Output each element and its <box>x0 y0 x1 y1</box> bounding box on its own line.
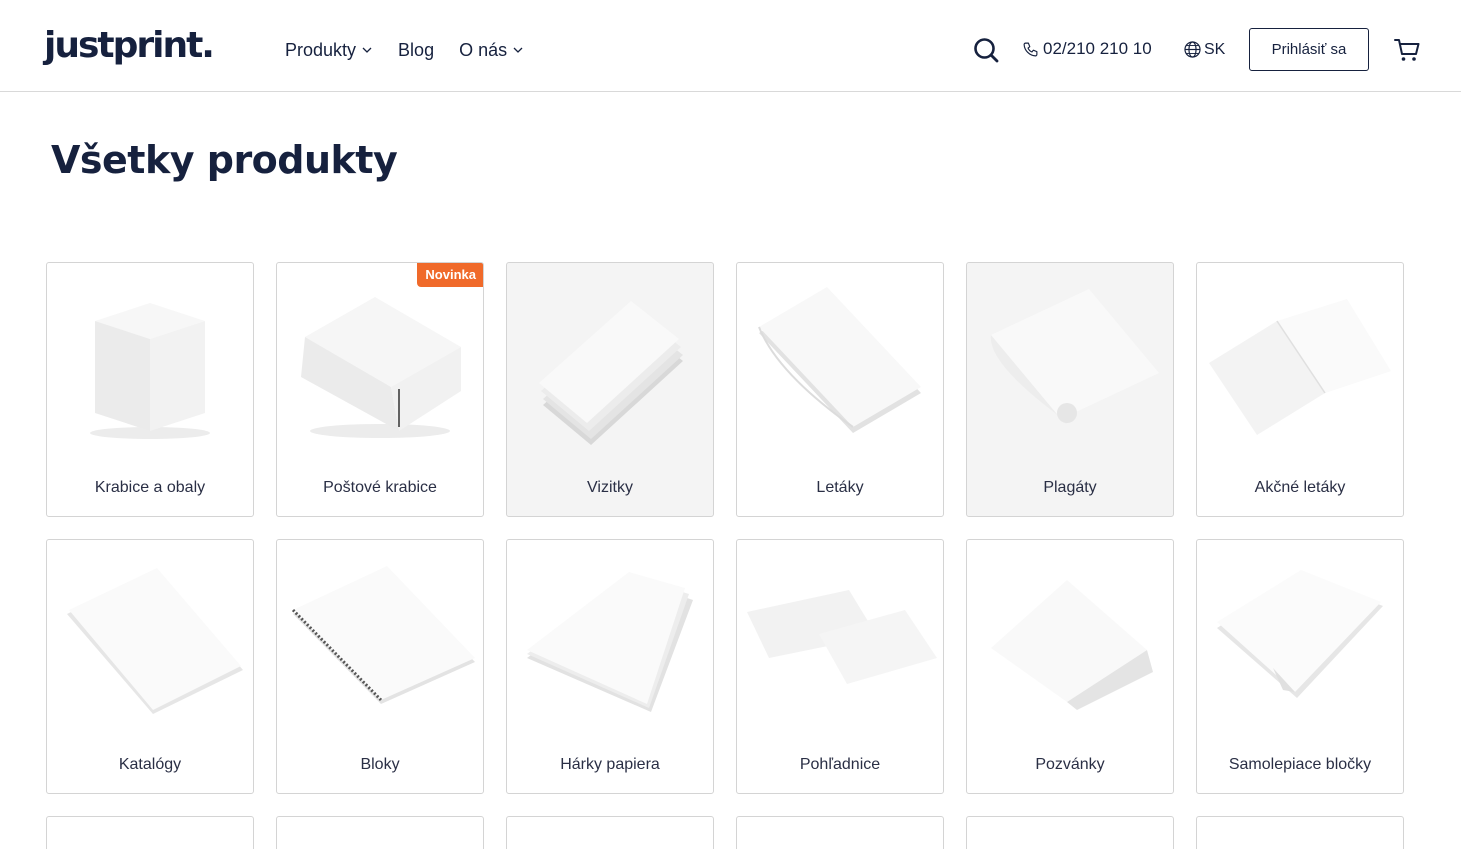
product-card[interactable] <box>1196 816 1404 849</box>
product-card[interactable]: Pozvánky <box>966 539 1174 794</box>
product-image <box>291 566 475 704</box>
product-card[interactable]: Pohľadnice <box>736 539 944 794</box>
product-label: Krabice a obaly <box>94 479 206 496</box>
chevron-down-icon <box>513 47 523 53</box>
product-image <box>758 287 921 433</box>
logo[interactable]: justprint. <box>44 26 215 66</box>
product-card[interactable] <box>736 816 944 849</box>
product-card[interactable]: Katalógy <box>46 539 254 794</box>
product-grid: Krabice a obaly Novinka Poštové krabice … <box>46 262 1406 849</box>
search-icon[interactable] <box>973 37 999 63</box>
main-nav: Produkty Blog O nás <box>285 38 523 62</box>
product-image <box>539 301 683 445</box>
cart-icon[interactable] <box>1394 37 1420 63</box>
product-image <box>990 289 1159 424</box>
product-card[interactable]: Letáky <box>736 262 944 517</box>
product-label: Plagáty <box>1043 479 1097 496</box>
product-label: Katalógy <box>118 756 182 773</box>
product-label: Bloky <box>360 756 400 773</box>
product-image <box>991 580 1153 710</box>
product-card[interactable]: Bloky <box>276 539 484 794</box>
phone-number: 02/210 210 10 <box>1043 39 1152 58</box>
product-label: Pohľadnice <box>799 756 881 773</box>
new-badge: Novinka <box>417 263 483 287</box>
product-label: Pozvánky <box>1035 756 1105 773</box>
product-label: Hárky papiera <box>560 756 660 773</box>
nav-item-label: Produkty <box>285 39 357 60</box>
product-card[interactable]: Samolepiace bločky <box>1196 539 1404 794</box>
nav-item-produkty[interactable]: Produkty <box>285 38 372 62</box>
product-image <box>527 572 693 712</box>
product-card[interactable]: Akčné letáky <box>1196 262 1404 517</box>
product-card[interactable] <box>506 816 714 849</box>
product-card[interactable] <box>276 816 484 849</box>
phone-link[interactable]: 02/210 210 10 <box>1022 39 1152 59</box>
nav-item-label: Blog <box>398 39 435 60</box>
site-header: justprint. Produkty Blog O nás 02/210 21… <box>0 0 1461 92</box>
nav-item-label: O nás <box>459 39 508 60</box>
product-image <box>747 590 937 684</box>
product-card[interactable] <box>966 816 1174 849</box>
product-card[interactable]: Novinka Poštové krabice <box>276 262 484 517</box>
nav-item-o-nas[interactable]: O nás <box>459 38 523 62</box>
product-label: Akčné letáky <box>1254 479 1346 496</box>
product-image <box>1209 299 1391 435</box>
product-image <box>90 303 210 439</box>
product-label: Samolepiace bločky <box>1228 756 1372 773</box>
product-label: Letáky <box>816 479 864 496</box>
globe-icon <box>1184 41 1201 58</box>
page-title: Všetky produkty <box>51 138 398 182</box>
product-image <box>301 297 461 438</box>
product-card[interactable]: Hárky papiera <box>506 539 714 794</box>
login-button[interactable]: Prihlásiť sa <box>1249 28 1369 71</box>
product-card[interactable]: Krabice a obaly <box>46 262 254 517</box>
product-image <box>1217 570 1383 698</box>
language-label: SK <box>1204 40 1226 58</box>
product-card[interactable]: Plagáty <box>966 262 1174 517</box>
phone-icon <box>1023 42 1038 56</box>
product-label: Poštové krabice <box>323 479 437 496</box>
product-label: Vizitky <box>587 479 633 496</box>
product-card[interactable] <box>46 816 254 849</box>
product-card[interactable]: Vizitky <box>506 262 714 517</box>
nav-item-blog[interactable]: Blog <box>398 38 434 62</box>
language-switcher[interactable]: SK <box>1183 40 1225 59</box>
chevron-down-icon <box>362 47 372 53</box>
product-image <box>67 568 243 714</box>
